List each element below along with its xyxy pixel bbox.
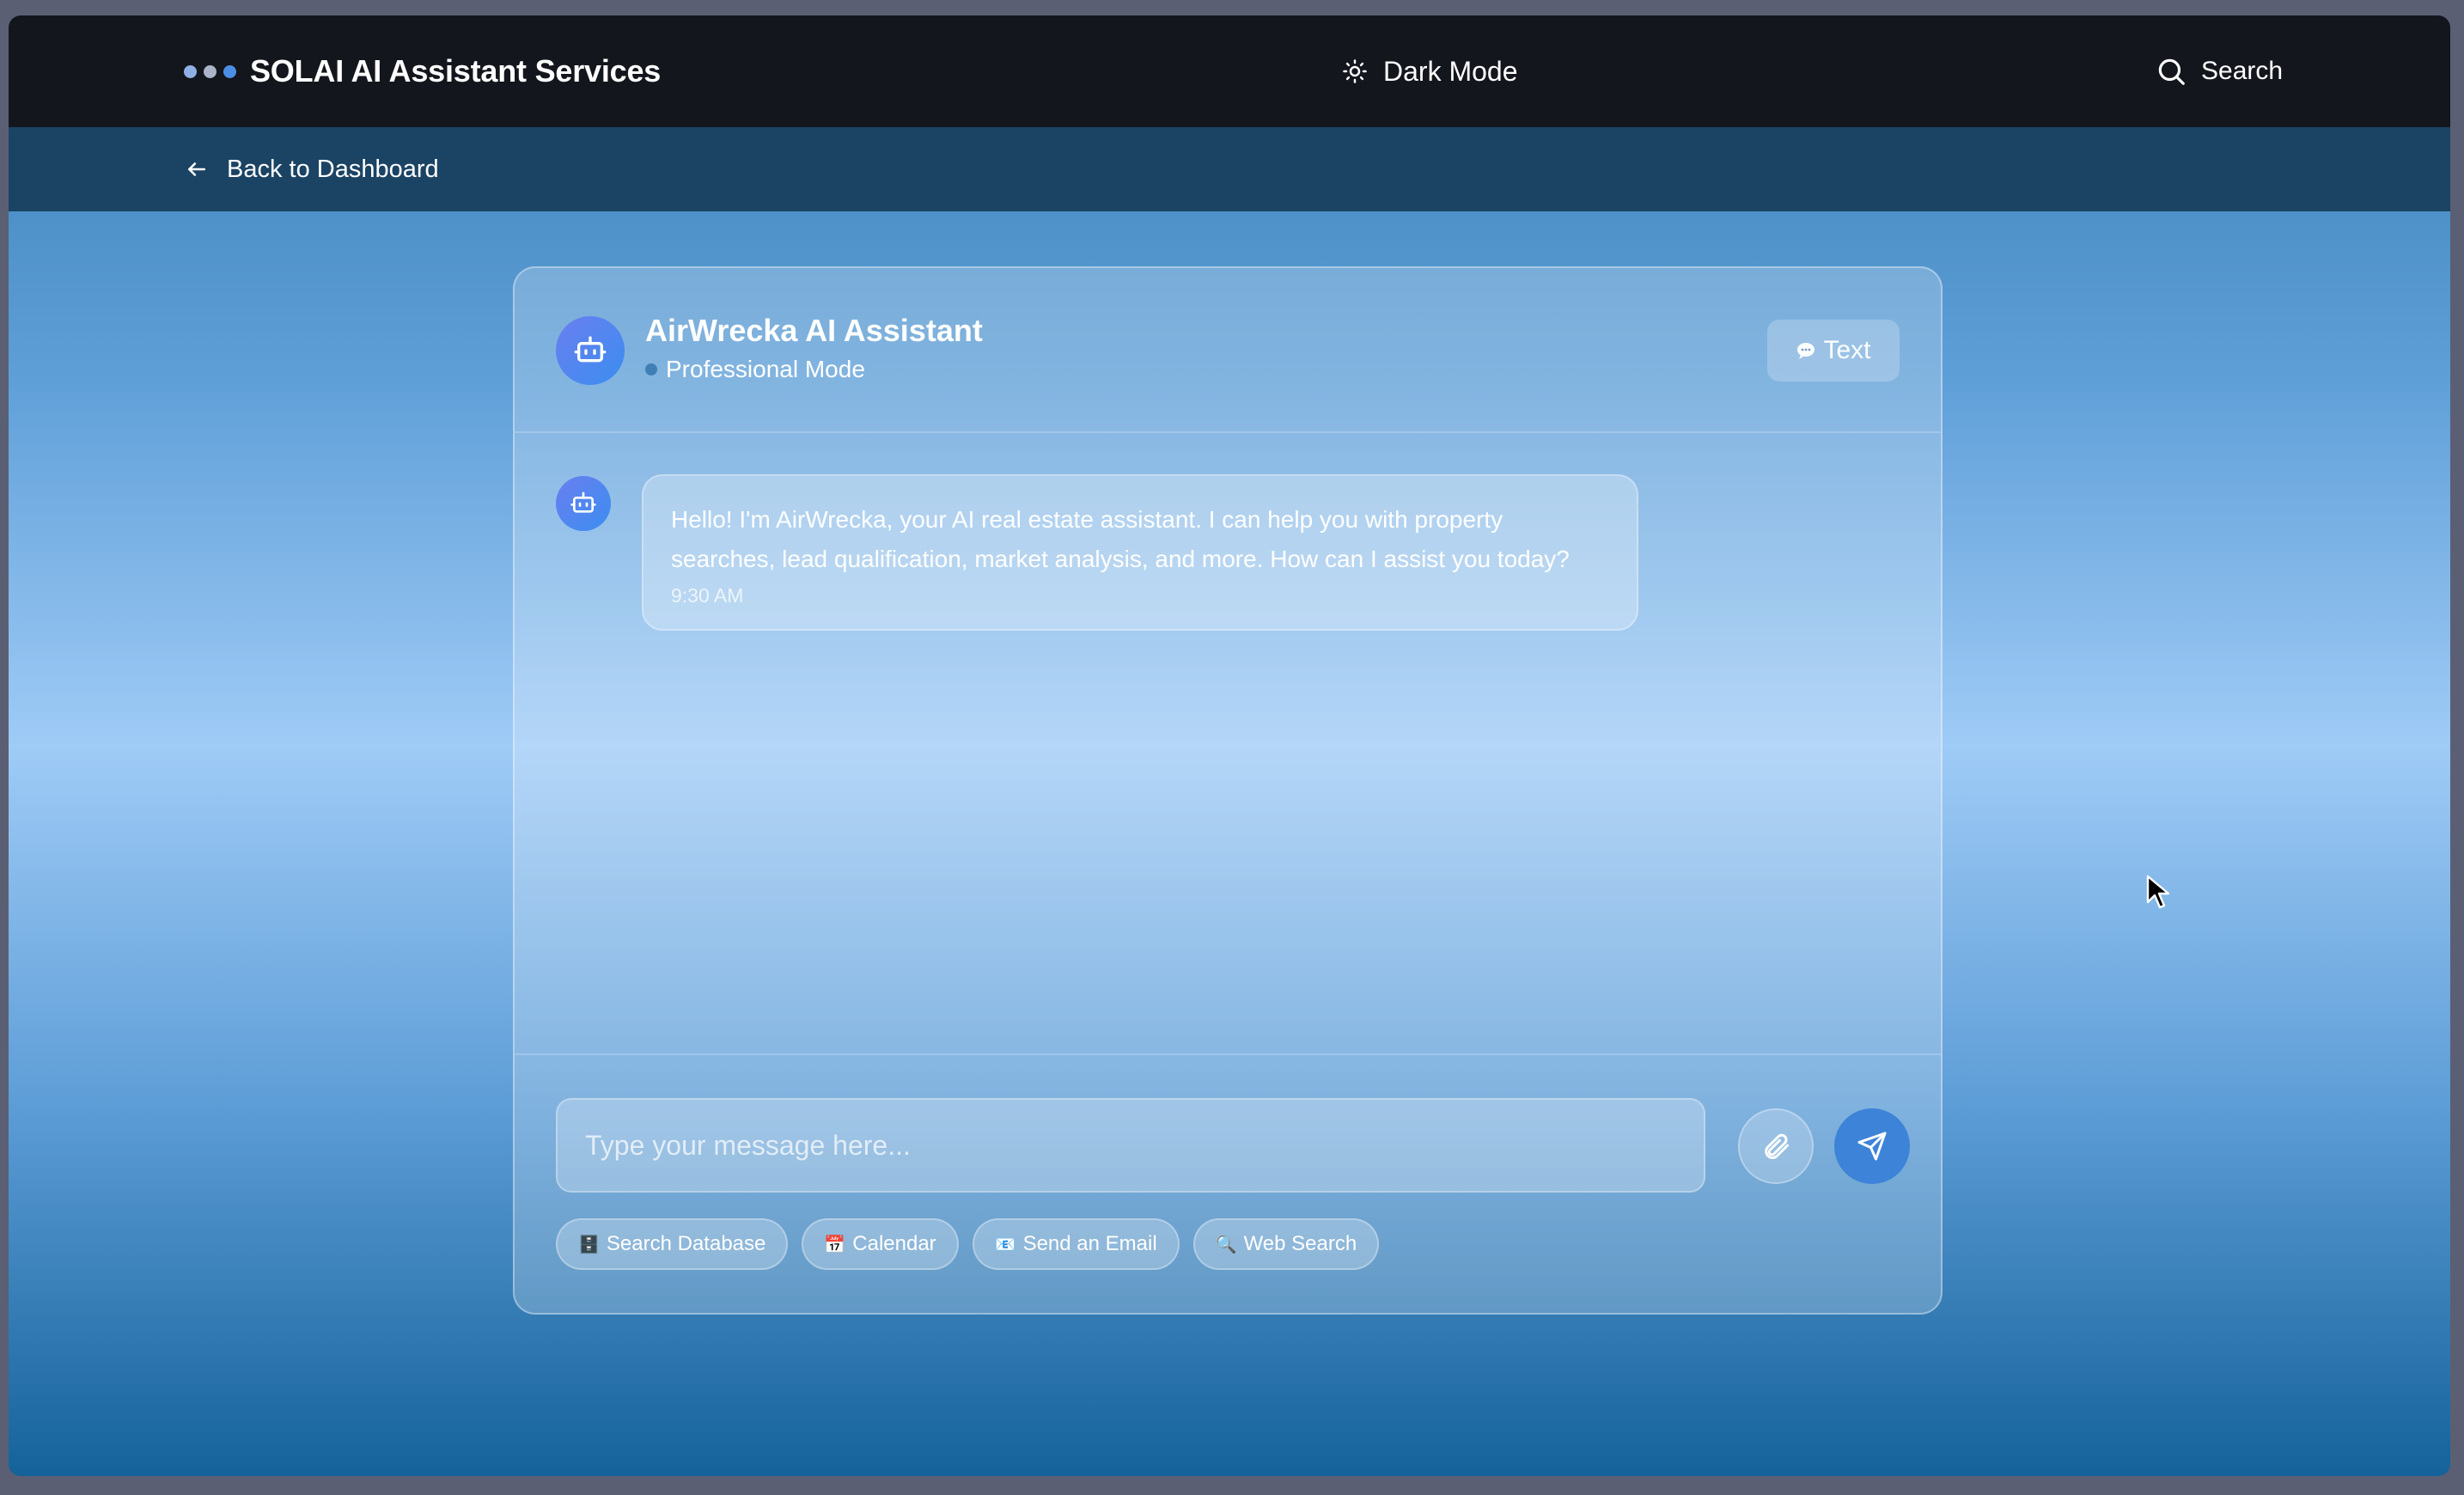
mode-status: Professional Mode [645,356,865,383]
sun-icon [1343,59,1367,83]
text-mode-label: Text [1823,336,1871,364]
quick-action-web-search[interactable]: 🔍 Web Search [1192,1218,1380,1270]
message-timestamp: 9:30 AM [671,584,744,607]
chat-bubble-icon [1797,343,1815,359]
search-label: Search [2201,57,2284,85]
arrow-left-icon [188,162,205,176]
message-input[interactable] [556,1098,1705,1193]
status-dot [645,363,657,375]
dark-mode-toggle[interactable]: Dark Mode [1342,15,1518,127]
dark-mode-label: Dark Mode [1383,55,1518,87]
send-icon [1857,1132,1887,1161]
robot-icon [570,491,596,513]
cabinet-icon: 🗄️ [578,1235,600,1254]
composer: 🗄️ Search Database 📅 Calendar 📧 Send an … [515,1053,1941,1313]
sub-navbar: Back to Dashboard [9,127,2450,211]
robot-icon [574,336,607,363]
message-avatar [556,476,611,531]
send-button[interactable] [1834,1108,1910,1184]
brand-title: SOLAI AI Assistant Services [250,53,662,88]
message-text: Hello! I'm AirWrecka, your AI real estat… [671,506,1570,572]
quick-actions: 🗄️ Search Database 📅 Calendar 📧 Send an … [556,1218,1380,1270]
search-button[interactable]: Search [2155,15,2283,127]
quick-action-search-database[interactable]: 🗄️ Search Database [556,1218,789,1270]
quick-action-label: Calendar [852,1232,936,1255]
assistant-name: AirWrecka AI Assistant [645,313,983,348]
brand[interactable]: SOLAI AI Assistant Services [184,15,661,127]
email-icon: 📧 [994,1235,1016,1254]
text-mode-button[interactable]: Text [1767,320,1900,381]
quick-action-calendar[interactable]: 📅 Calendar [802,1218,959,1270]
quick-action-label: Search Database [606,1232,766,1255]
back-to-dashboard-link[interactable]: Back to Dashboard [186,127,439,211]
paperclip-icon [1765,1133,1789,1159]
message-bubble: Hello! I'm AirWrecka, your AI real estat… [642,474,1638,631]
mouse-cursor-icon [2146,875,2170,909]
quick-action-send-email[interactable]: 📧 Send an Email [972,1218,1180,1270]
assistant-avatar [556,316,625,385]
mode-label: Professional Mode [666,356,865,382]
message-list[interactable]: Hello! I'm AirWrecka, your AI real estat… [515,435,1941,1053]
chat-header: AirWrecka AI Assistant Professional Mode… [515,268,1941,433]
quick-action-label: Send an Email [1022,1232,1157,1255]
magnifier-icon: 🔍 [1215,1235,1237,1254]
chat-card: AirWrecka AI Assistant Professional Mode… [513,266,1943,1315]
search-icon [2158,58,2185,85]
app-window: SOLAI AI Assistant Services Dark Mode Se… [9,15,2450,1476]
top-navbar: SOLAI AI Assistant Services Dark Mode Se… [9,15,2450,127]
calendar-icon: 📅 [824,1235,846,1254]
brand-dots-icon [184,64,236,78]
back-label: Back to Dashboard [227,155,439,183]
attach-button[interactable] [1738,1108,1814,1184]
quick-action-label: Web Search [1243,1232,1357,1255]
